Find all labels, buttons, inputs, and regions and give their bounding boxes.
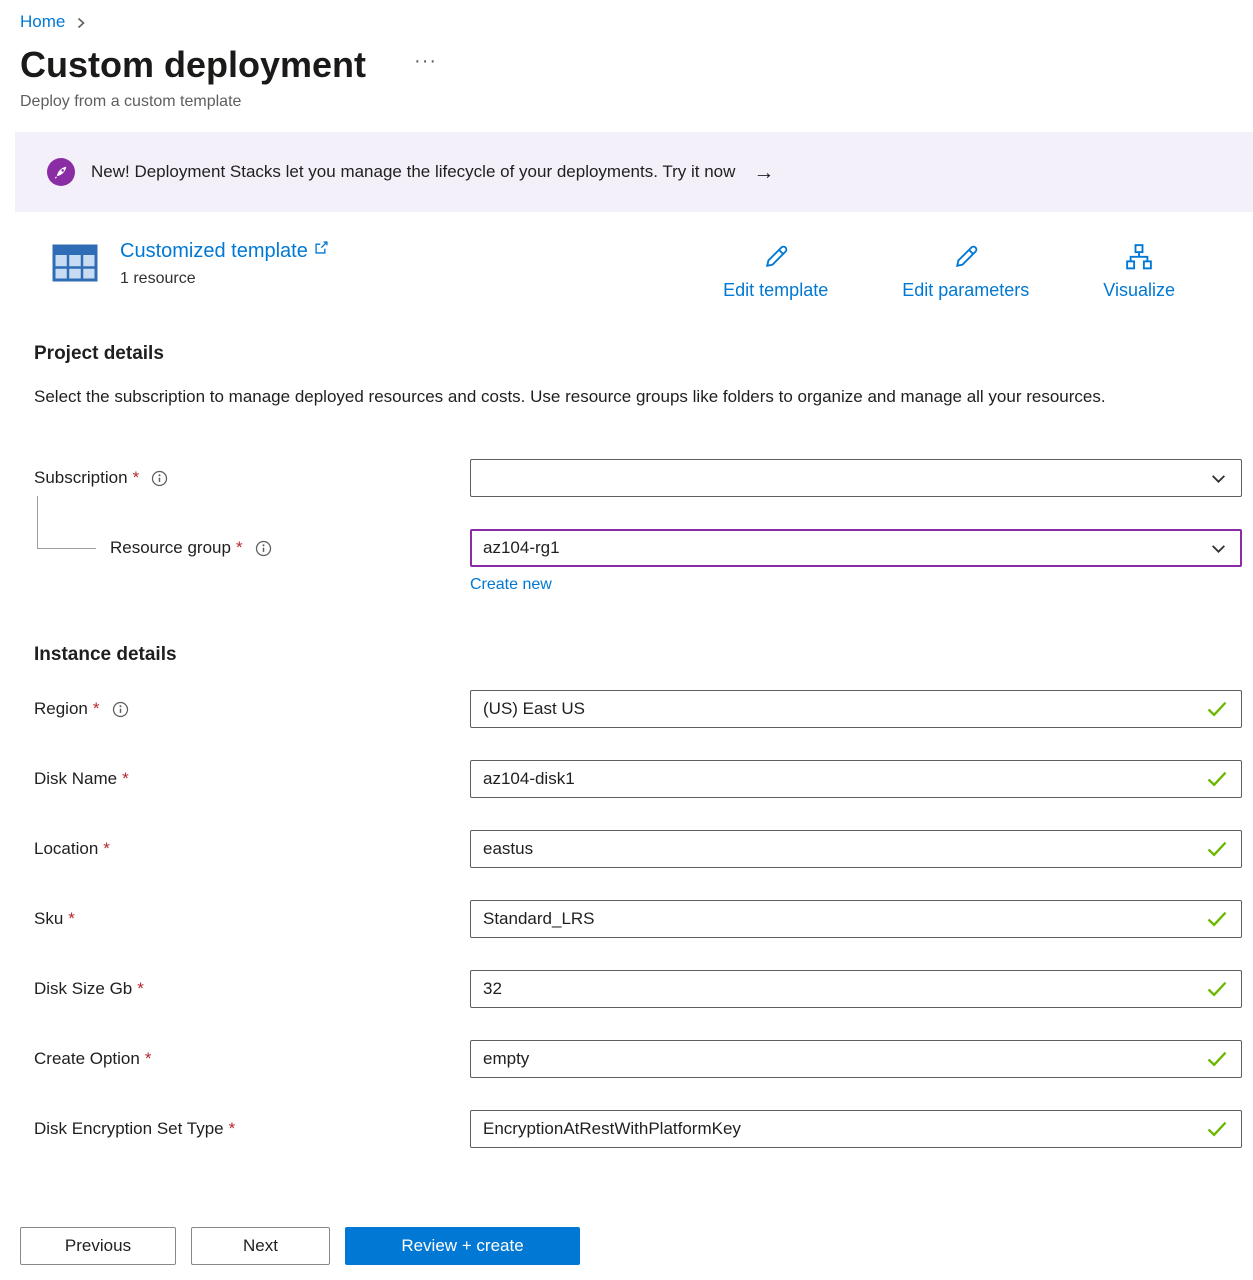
chevron-down-icon [1210,470,1227,487]
info-icon[interactable] [255,540,272,557]
disk-name-row: Disk Name * az104-disk1 [34,760,1242,798]
sku-label: Sku * [34,909,470,929]
region-row: Region * (US) East US [34,690,1242,728]
chevron-down-icon [1210,540,1227,557]
chevron-right-icon [75,16,87,30]
project-details-heading: Project details [34,343,1253,365]
info-icon[interactable] [112,701,129,718]
next-button[interactable]: Next [191,1227,330,1265]
external-link-icon [314,240,329,255]
project-details-description: Select the subscription to manage deploy… [34,383,1194,411]
create-option-input[interactable]: empty [470,1040,1242,1078]
required-asterisk: * [236,538,243,558]
breadcrumb: Home [0,0,1253,32]
valid-check-icon [1206,1121,1228,1138]
disk-encryption-set-type-row: Disk Encryption Set Type * EncryptionAtR… [34,1110,1242,1148]
disk-encryption-set-type-input[interactable]: EncryptionAtRestWithPlatformKey [470,1110,1242,1148]
region-input[interactable]: (US) East US [470,690,1242,728]
valid-check-icon [1206,771,1228,788]
required-asterisk: * [229,1119,236,1139]
page-subtitle: Deploy from a custom template [0,93,1253,111]
resource-group-row: Resource group * az104-rg1 [34,529,1242,567]
instance-details-heading: Instance details [34,644,1242,666]
breadcrumb-home-link[interactable]: Home [20,12,65,32]
info-icon[interactable] [151,470,168,487]
create-option-label: Create Option * [34,1049,470,1069]
required-asterisk: * [93,699,100,719]
previous-button[interactable]: Previous [20,1227,176,1265]
disk-size-row: Disk Size Gb * 32 [34,970,1242,1008]
rocket-icon [47,158,75,186]
create-option-row: Create Option * empty [34,1040,1242,1078]
org-chart-icon [1124,242,1154,272]
template-resource-count: 1 resource [120,270,329,288]
sku-row: Sku * Standard_LRS [34,900,1242,938]
page-title: Custom deployment [20,44,366,85]
location-input[interactable]: eastus [470,830,1242,868]
more-options-icon[interactable]: ··· [414,50,437,73]
template-grid-icon [52,242,98,289]
valid-check-icon [1206,841,1228,858]
pencil-icon [761,242,791,272]
deployment-stacks-banner[interactable]: New! Deployment Stacks let you manage th… [15,132,1253,212]
subscription-select[interactable] [470,459,1242,497]
customized-template-link[interactable]: Customized template [120,240,329,263]
valid-check-icon [1206,981,1228,998]
subscription-row: Subscription * [34,459,1242,497]
pencil-icon [951,242,981,272]
resource-group-select[interactable]: az104-rg1 [470,529,1242,567]
banner-text: New! Deployment Stacks let you manage th… [91,162,735,182]
template-summary: Customized template 1 resource Edit temp… [52,240,1253,301]
valid-check-icon [1206,1051,1228,1068]
region-label: Region * [34,699,470,719]
disk-name-input[interactable]: az104-disk1 [470,760,1242,798]
create-new-link[interactable]: Create new [470,576,552,593]
valid-check-icon [1206,911,1228,928]
disk-size-input[interactable]: 32 [470,970,1242,1008]
disk-encryption-set-type-label: Disk Encryption Set Type * [34,1119,470,1139]
valid-check-icon [1206,701,1228,718]
required-asterisk: * [145,1049,152,1069]
resource-group-label: Resource group * [34,538,470,558]
sku-input[interactable]: Standard_LRS [470,900,1242,938]
visualize-button[interactable]: Visualize [1103,242,1175,301]
required-asterisk: * [103,839,110,859]
disk-size-label: Disk Size Gb * [34,979,470,999]
wizard-footer: Previous Next Review + create [0,1212,1253,1280]
required-asterisk: * [133,468,140,488]
required-asterisk: * [122,769,129,789]
subscription-label: Subscription * [34,468,470,488]
disk-name-label: Disk Name * [34,769,470,789]
edit-parameters-button[interactable]: Edit parameters [902,242,1029,301]
arrow-right-icon[interactable]: → [753,162,774,183]
location-row: Location * eastus [34,830,1242,868]
required-asterisk: * [137,979,144,999]
required-asterisk: * [68,909,75,929]
review-create-button[interactable]: Review + create [345,1227,580,1265]
location-label: Location * [34,839,470,859]
edit-template-button[interactable]: Edit template [723,242,828,301]
